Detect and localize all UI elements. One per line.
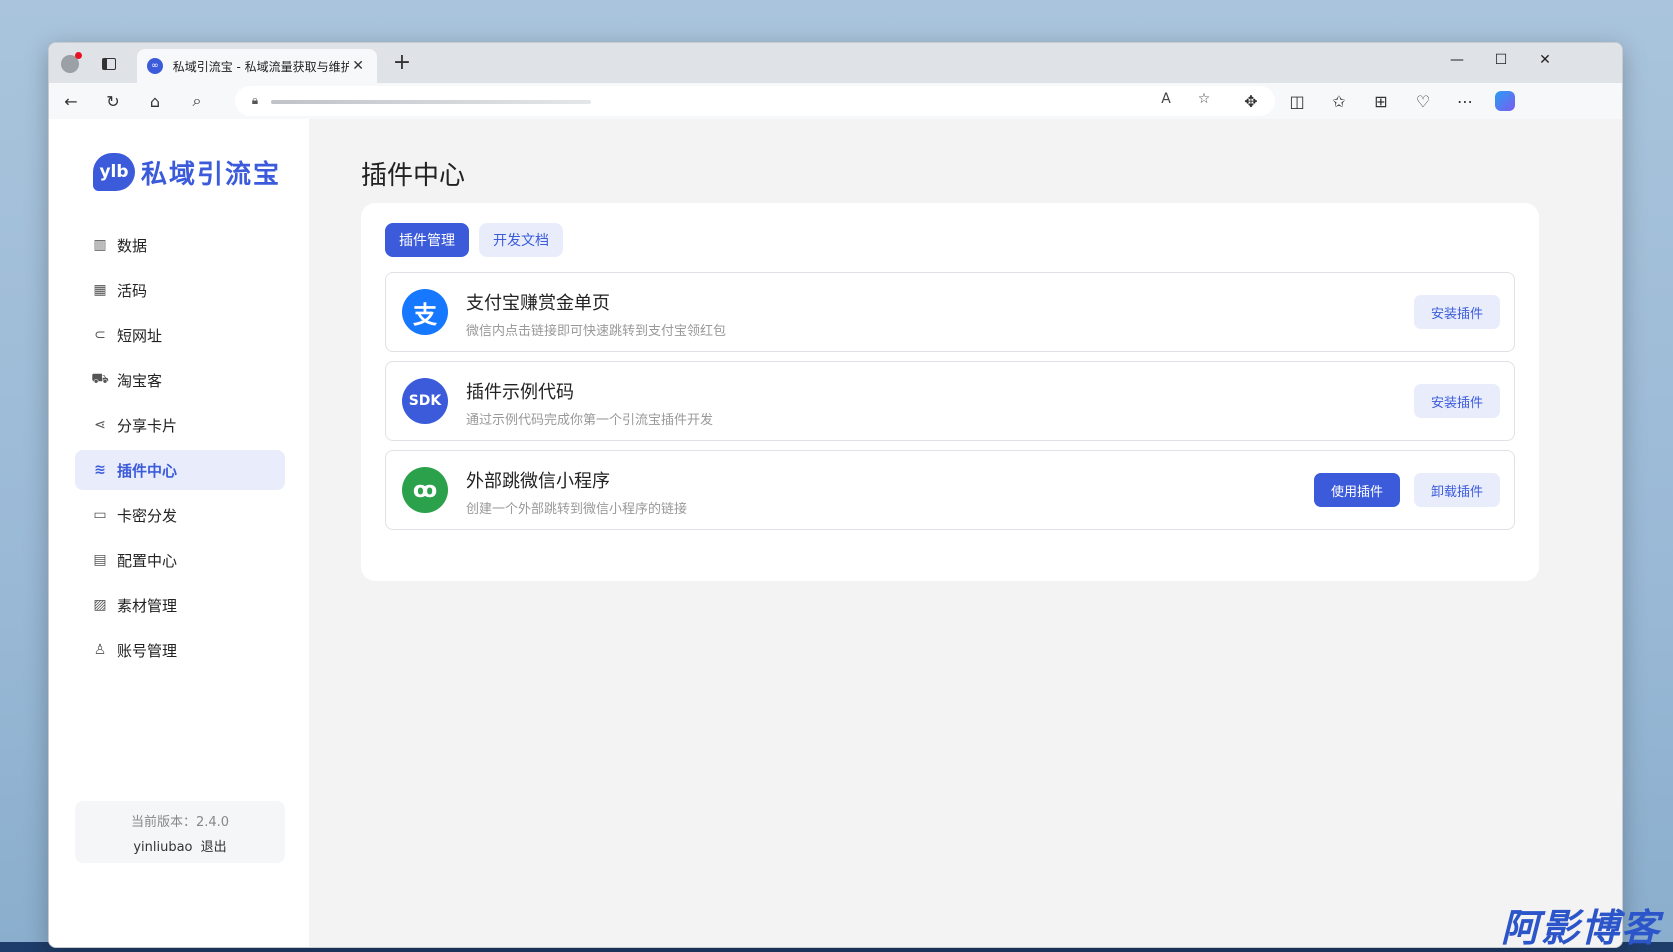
user-add-icon: ♙ [93,642,107,658]
browser-tab[interactable]: ∞ 私域引流宝 - 私域流量获取与维护 ✕ [137,49,377,83]
sidebar-nav: ▥ 数据 ▦ 活码 ⊂ 短网址 ⛟ 淘宝客 ⋖ 分享卡片 ≋ 插件中心 ▭ 卡密… [75,225,285,675]
sdk-icon: SDK [402,378,448,424]
read-aloud-icon[interactable]: A [1155,91,1177,111]
browser-window: ∞ 私域引流宝 - 私域流量获取与维护 ✕ + — ☐ ✕ ← ↻ ⌂ ⌕ 🔒︎… [48,42,1623,948]
plugin-desc: 通过示例代码完成你第一个引流宝插件开发 [466,413,714,428]
plugin-name: 插件示例代码 [466,382,574,403]
sidebar-item-accounts[interactable]: ♙ 账号管理 [75,630,285,670]
more-options-icon[interactable]: ⋯ [1451,88,1479,114]
sidebar-item-label: 活码 [117,281,148,300]
sidebar-item-label: 素材管理 [117,596,178,615]
tab-title: 私域引流宝 - 私域流量获取与维护 [172,59,350,74]
plugin-item-wechat-miniprogram: ꝏ 外部跳微信小程序 创建一个外部跳转到微信小程序的链接 使用插件 卸载插件 [385,450,1515,530]
sidebar-item-label: 短网址 [117,326,163,345]
plugin-name: 支付宝赚赏金单页 [466,293,610,314]
copilot-icon[interactable] [1491,88,1519,114]
favorite-star-icon[interactable]: ☆ [1193,91,1215,111]
sidebar-item-short-url[interactable]: ⊂ 短网址 [75,315,285,355]
sidebar-item-card-distribute[interactable]: ▭ 卡密分发 [75,495,285,535]
site-watermark-logo: 阿影博客 [1500,906,1661,950]
card-icon: ▭ [93,507,107,523]
performance-icon[interactable]: ♡ [1409,88,1437,114]
tab-bar: ∞ 私域引流宝 - 私域流量获取与维护 ✕ + — ☐ ✕ [49,43,1622,83]
refresh-icon[interactable]: ↻ [99,88,127,114]
plugin-item-alipay: 支 支付宝赚赏金单页 微信内点击链接即可快速跳转到支付宝领红包 安装插件 [385,272,1515,352]
search-icon[interactable]: ⌕ [183,88,211,114]
image-icon: ▨ [93,597,107,613]
sidebar-item-live-code[interactable]: ▦ 活码 [75,270,285,310]
cart-icon: ⛟ [91,371,109,387]
maximize-button[interactable]: ☐ [1479,43,1523,77]
logout-link[interactable]: 退出 [201,840,227,855]
lock-icon[interactable]: 🔒︎ [247,93,263,109]
sidebar-item-config-center[interactable]: ▤ 配置中心 [75,540,285,580]
miniprogram-icon: ꝏ [402,467,448,513]
sidebar-item-label: 插件中心 [117,461,178,480]
plugin-card: 插件管理 开发文档 支 支付宝赚赏金单页 微信内点击链接即可快速跳转到支付宝领红… [361,203,1539,581]
sidebar-item-taobaoke[interactable]: ⛟ 淘宝客 [75,360,285,400]
web-page: ylb 私域引流宝 ▥ 数据 ▦ 活码 ⊂ 短网址 ⛟ 淘宝客 ⋖ 分享卡片 ≋… [49,119,1622,947]
tab-dev-docs[interactable]: 开发文档 [479,223,563,257]
sidebar: ylb 私域引流宝 ▥ 数据 ▦ 活码 ⊂ 短网址 ⛟ 淘宝客 ⋖ 分享卡片 ≋… [49,119,309,947]
alipay-icon: 支 [402,289,448,335]
plugin-tabs: 插件管理 开发文档 [385,223,573,257]
share-icon: ⋖ [94,417,106,433]
version-panel: 当前版本：2.4.0 yinliubao 退出 [75,801,285,863]
sidebar-item-data[interactable]: ▥ 数据 [75,225,285,265]
collections-icon[interactable]: ⊞ [1367,88,1395,114]
sidebar-item-label: 分享卡片 [117,416,178,435]
install-plugin-button[interactable]: 安装插件 [1413,295,1500,329]
logo-text: 私域引流宝 [141,159,282,190]
install-plugin-button[interactable]: 安装插件 [1413,384,1500,418]
new-tab-button[interactable]: + [389,51,415,77]
back-icon[interactable]: ← [57,88,85,114]
notification-dot [75,52,82,59]
link-icon: ⊂ [94,327,106,343]
tab-favicon-icon: ∞ [147,58,163,74]
split-screen-icon[interactable]: ◫ [1283,88,1311,114]
user-line: yinliubao 退出 [75,836,285,855]
sidebar-item-plugin-center[interactable]: ≋ 插件中心 [75,450,285,490]
sidebar-item-label: 数据 [117,236,148,255]
address-url-blurred [271,100,591,104]
profile-avatar-icon [61,52,82,73]
bar-chart-icon: ▥ [93,237,107,253]
plugin-item-sdk: SDK 插件示例代码 通过示例代码完成你第一个引流宝插件开发 安装插件 [385,361,1515,441]
sidebar-item-label: 卡密分发 [117,506,178,525]
extensions-icon[interactable]: ✥ [1237,88,1265,114]
sidebar-item-label: 账号管理 [117,641,178,660]
profile-button[interactable] [57,51,83,77]
main-content: 插件中心 插件管理 开发文档 支 支付宝赚赏金单页 微信内点击链接即可快速跳转到… [309,119,1622,947]
tab-actions-icon [102,58,116,70]
address-bar[interactable]: 🔒︎ A ☆ [235,86,1275,116]
grid-icon: ▦ [93,282,107,298]
sidebar-item-label: 淘宝客 [117,371,163,390]
plugin-desc: 创建一个外部跳转到微信小程序的链接 [466,502,688,517]
use-plugin-button[interactable]: 使用插件 [1313,473,1400,507]
page-title: 插件中心 [361,161,466,191]
username: yinliubao [133,840,193,855]
logo-mark: ylb [93,153,135,191]
sidebar-item-share-card[interactable]: ⋖ 分享卡片 [75,405,285,445]
minimize-button[interactable]: — [1435,43,1479,77]
tab-close-icon[interactable]: ✕ [349,58,367,74]
layers-icon: ≋ [94,462,106,478]
tab-plugin-manage[interactable]: 插件管理 [385,223,469,257]
plugin-name: 外部跳微信小程序 [466,471,610,492]
sidebar-item-label: 配置中心 [117,551,178,570]
tab-actions-button[interactable] [97,52,121,76]
plugin-desc: 微信内点击链接即可快速跳转到支付宝领红包 [466,324,727,339]
browser-toolbar: ← ↻ ⌂ ⌕ 🔒︎ A ☆ ✥ ◫ ✩ ⊞ ♡ ⋯ [49,83,1622,119]
app-logo[interactable]: ylb 私域引流宝 [93,153,281,191]
home-icon[interactable]: ⌂ [141,88,169,114]
close-window-button[interactable]: ✕ [1523,43,1567,77]
favorites-icon[interactable]: ✩ [1325,88,1353,114]
sidebar-item-materials[interactable]: ▨ 素材管理 [75,585,285,625]
version-text: 当前版本：2.4.0 [130,815,230,830]
settings-window-icon: ▤ [93,552,107,568]
uninstall-plugin-button[interactable]: 卸载插件 [1413,473,1500,507]
